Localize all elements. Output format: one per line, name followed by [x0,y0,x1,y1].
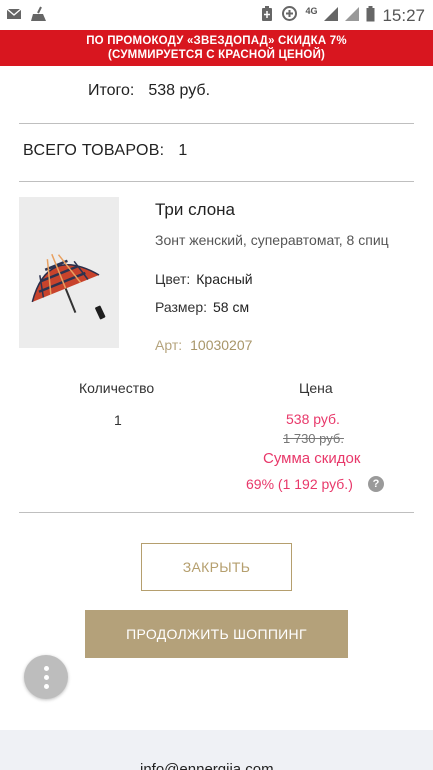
data-saver-icon [281,5,298,27]
divider [19,181,414,182]
price-header: Цена [299,380,333,396]
product-color: Цвет: Красный [155,271,253,287]
signal-icon [324,6,339,26]
umbrella-image [19,197,119,348]
promo-line-2: (СУММИРУЕТСЯ С КРАСНОЙ ЦЕНОЙ) [107,49,326,61]
size-value: 58 см [213,299,250,315]
promo-line-1: ПО ПРОМОКОДУ «ЗВЕЗДОПАД» СКИДКА 7% [86,35,347,47]
footer-email[interactable]: info@ennergiia.com [140,761,274,770]
product-image[interactable] [19,197,119,348]
broom-icon [30,6,48,27]
status-bar: 4G 15:27 [0,0,433,30]
product-article: Арт: 10030207 [155,337,252,353]
price-current: 538 руб. [286,411,340,427]
dot-icon [43,674,49,680]
continue-shopping-button[interactable]: ПРОДОЛЖИТЬ ШОППИНГ [85,610,348,658]
more-options-button[interactable] [24,655,68,699]
wifi-icon [345,6,360,26]
product-brand[interactable]: Три слона [155,200,235,220]
battery-icon [366,5,375,27]
art-value: 10030207 [190,337,253,353]
discount-label: Сумма скидок [263,450,361,467]
help-icon[interactable]: ? [368,476,384,492]
items-count: ВСЕГО ТОВАРОВ: 1 [23,142,188,160]
network-type: 4G [305,6,318,16]
product-size: Размер: 58 см [155,299,249,315]
dot-icon [43,683,49,689]
items-label: ВСЕГО ТОВАРОВ: [23,142,165,159]
divider [19,123,414,124]
price-original: 1 730 руб. [283,431,344,446]
promo-banner[interactable]: ПО ПРОМОКОДУ «ЗВЕЗДОПАД» СКИДКА 7% (СУММ… [0,30,433,66]
product-description: Зонт женский, суперавтомат, 8 спиц [155,232,389,248]
battery-saver-icon [260,5,274,27]
divider [19,512,414,513]
mail-icon [6,6,22,27]
clock: 15:27 [382,6,425,25]
total-label: Итого: [88,82,135,99]
items-value: 1 [178,142,188,159]
total-value: 538 руб. [148,82,211,99]
discount-value: 69% (1 192 руб.) [246,476,353,492]
order-total: Итого: 538 руб. [88,82,210,100]
footer: info@ennergiia.com [0,730,433,770]
quantity-value: 1 [114,412,122,428]
dot-icon [43,665,49,671]
close-button[interactable]: ЗАКРЫТЬ [141,543,292,591]
color-value: Красный [196,271,253,287]
art-label: Арт: [155,337,183,353]
size-label: Размер: [155,299,208,315]
color-label: Цвет: [155,271,191,287]
quantity-header: Количество [79,380,155,396]
